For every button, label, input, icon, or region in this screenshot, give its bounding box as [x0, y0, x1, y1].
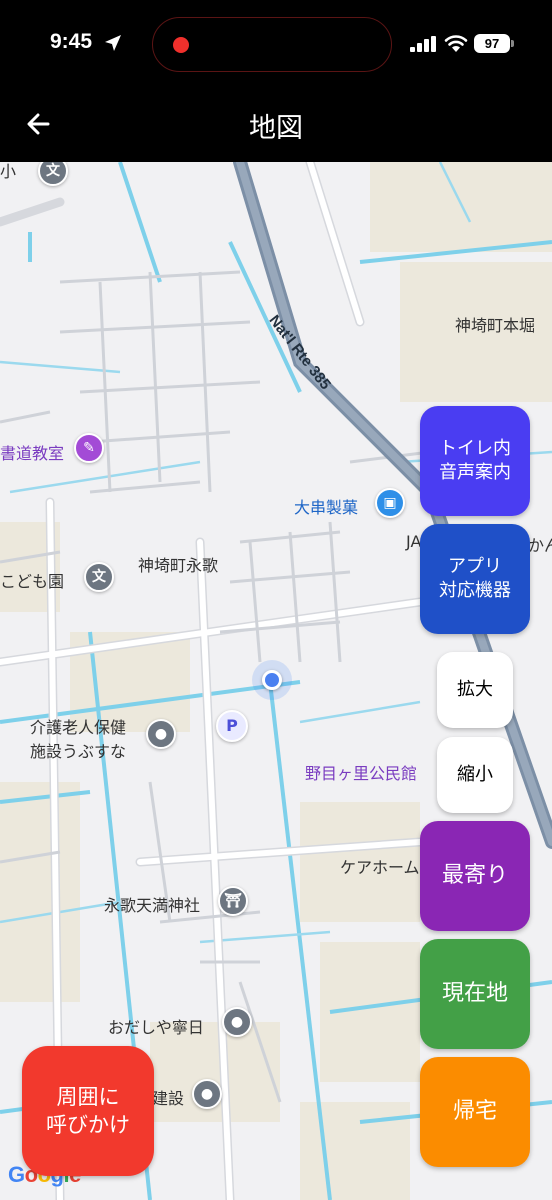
- status-bar: 9:45 97: [0, 0, 552, 90]
- current-location-label: 現在地: [441, 981, 508, 1007]
- call-button-line1: 周囲に: [56, 1084, 120, 1109]
- shrine-icon: ⛩: [218, 886, 248, 916]
- call-for-help-button[interactable]: 周囲に 呼びかけ: [22, 1046, 154, 1176]
- go-home-button[interactable]: 帰宅: [420, 1057, 530, 1167]
- map-label-odashi: おだしや寧日: [108, 1018, 204, 1037]
- page-title: 地図: [249, 113, 303, 144]
- map-label-calligraphy: 書道教室: [0, 444, 65, 463]
- map-label-kan: かん: [528, 536, 552, 555]
- location-arrow-icon: [105, 35, 121, 51]
- map-label-shrine: 永歌天満神社: [104, 896, 201, 915]
- toilet-button-line2: 音声案内: [439, 462, 511, 483]
- map-label-kaigo-2: 施設うぶすな: [30, 742, 127, 761]
- map-label-daikan: 大串製菓: [294, 498, 359, 517]
- app-button-line2: 対応機器: [439, 580, 511, 601]
- shopping-bag-icon: ▣: [375, 488, 405, 518]
- map-label-kodomoen: こども園: [0, 572, 65, 591]
- zoom-out-label: 縮小: [457, 763, 493, 785]
- toilet-voice-guide-button[interactable]: トイレ内 音声案内: [420, 406, 530, 516]
- nearest-label: 最寄り: [441, 863, 508, 889]
- toilet-button-line1: トイレ内: [439, 437, 511, 459]
- parking-icon: P: [216, 710, 248, 742]
- go-home-label: 帰宅: [452, 1099, 497, 1125]
- app-compatible-devices-button[interactable]: アプリ 対応機器: [420, 524, 530, 634]
- zoom-out-button[interactable]: 縮小: [437, 737, 513, 813]
- recording-indicator-icon: [173, 37, 189, 53]
- current-location-marker: [252, 660, 292, 700]
- map-label-kanzaki-eika: 神埼町永歌: [138, 556, 219, 575]
- current-location-button[interactable]: 現在地: [420, 939, 530, 1049]
- zoom-in-button[interactable]: 拡大: [437, 652, 513, 728]
- cellular-signal-icon: [410, 36, 436, 52]
- app-header: 地図: [0, 90, 552, 162]
- battery-indicator: 97: [474, 34, 514, 53]
- restaurant-pin-icon: ●: [222, 1007, 252, 1037]
- construction-pin-icon: ●: [192, 1079, 222, 1109]
- status-time: 9:45: [50, 30, 93, 53]
- art-school-icon: ✎: [74, 433, 104, 463]
- map-label-top-left: 小: [0, 162, 17, 181]
- current-location-dot: [262, 670, 282, 690]
- call-button-line2: 呼びかけ: [46, 1113, 130, 1137]
- app-button-line1: アプリ: [448, 555, 502, 577]
- nearest-button[interactable]: 最寄り: [420, 821, 530, 931]
- kindergarten-icon: 文: [84, 562, 114, 592]
- wifi-icon: [444, 35, 468, 52]
- map-label-kaigo-1: 介護老人保健: [30, 718, 127, 737]
- care-facility-pin-icon: ●: [146, 719, 176, 749]
- dynamic-island: [152, 17, 392, 72]
- zoom-in-label: 拡大: [457, 678, 493, 700]
- map-label-nomeri: 野目ヶ里公民館: [305, 764, 418, 783]
- map-label-kensetsu: 建設: [152, 1089, 185, 1108]
- map-label-carehome: ケアホーム: [340, 858, 420, 877]
- map-label-kanzaki-hon: 神埼町本堀: [455, 316, 536, 335]
